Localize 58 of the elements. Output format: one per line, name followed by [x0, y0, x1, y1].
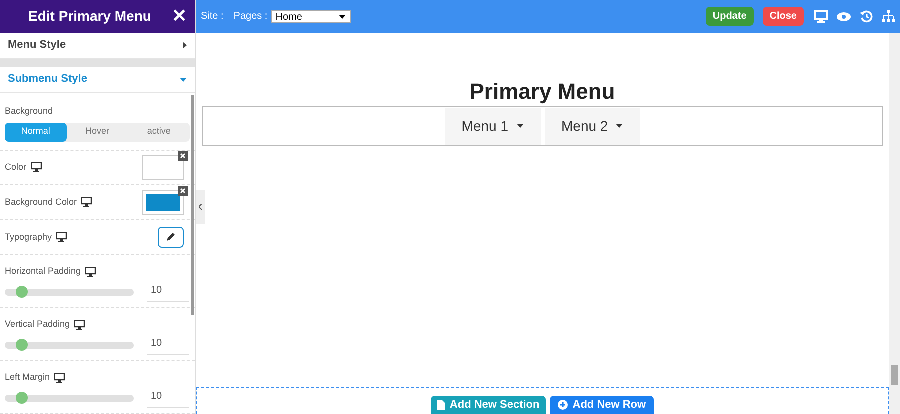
panel-title: Edit Primary Menu [28, 7, 152, 26]
field-label: Left Margin [5, 371, 190, 385]
section-header[interactable]: Submenu Style [0, 67, 195, 93]
history-icon[interactable] [860, 10, 873, 23]
monitor-icon[interactable] [814, 10, 828, 23]
slider-track[interactable] [5, 394, 134, 402]
field-label: Vertical Padding [5, 318, 190, 332]
monitor-icon [81, 197, 92, 208]
site-label: Site : [201, 10, 224, 24]
plus-circle-icon [558, 400, 568, 410]
document-icon [436, 400, 445, 410]
menu-item[interactable]: Menu 1 [444, 108, 540, 144]
scrollbar[interactable] [191, 95, 194, 315]
collapse-handle[interactable] [196, 190, 205, 224]
caret-right-icon [183, 42, 187, 49]
caret-down-icon [516, 124, 524, 128]
chevron-left-icon [198, 204, 202, 210]
color-swatch[interactable] [142, 190, 184, 215]
color-swatch[interactable] [142, 154, 184, 180]
value-field[interactable]: 10 [147, 388, 189, 408]
monitor-icon [54, 372, 66, 383]
slider-thumb[interactable] [16, 339, 28, 352]
caret-down-icon [338, 14, 346, 18]
close-button[interactable]: Close [762, 7, 804, 26]
field-label: Color [5, 160, 42, 174]
pages-label: Pages : [234, 10, 268, 24]
add-row-button[interactable]: Add New Row [550, 396, 654, 414]
caret-down-icon [180, 78, 187, 82]
monitor-icon [56, 232, 68, 242]
menu-item[interactable]: Menu 2 [544, 108, 640, 144]
edit-button[interactable] [158, 226, 184, 248]
clear-icon[interactable] [178, 150, 188, 161]
clear-icon[interactable] [178, 186, 188, 196]
pencil-icon [166, 232, 176, 242]
pages-select[interactable]: Home [270, 10, 351, 23]
state-tab[interactable]: Hover [66, 122, 128, 142]
slider-thumb[interactable] [16, 392, 28, 404]
field-label: Typography [5, 230, 68, 244]
menu-title: Primary Menu [468, 78, 616, 106]
section-header[interactable]: Menu Style [0, 33, 195, 59]
slider-track[interactable] [5, 288, 134, 296]
scrollbar[interactable] [889, 33, 900, 414]
close-button[interactable]: ✕ [172, 3, 187, 30]
sitemap-icon[interactable] [882, 10, 895, 23]
value-field[interactable]: 10 [147, 282, 189, 302]
slider-thumb[interactable] [16, 286, 28, 298]
monitor-icon [85, 267, 96, 278]
update-button[interactable]: Update [706, 7, 754, 26]
monitor-icon [74, 320, 86, 330]
field-label: Horizontal Padding [5, 265, 190, 279]
state-tab[interactable]: active [128, 122, 190, 142]
eye-icon[interactable] [837, 12, 851, 22]
value-field[interactable]: 10 [147, 336, 189, 355]
slider-track[interactable] [5, 342, 134, 349]
caret-down-icon [616, 124, 624, 128]
field-label: Background [5, 105, 54, 118]
field-label: Background Color [5, 196, 92, 210]
monitor-icon [30, 162, 42, 172]
